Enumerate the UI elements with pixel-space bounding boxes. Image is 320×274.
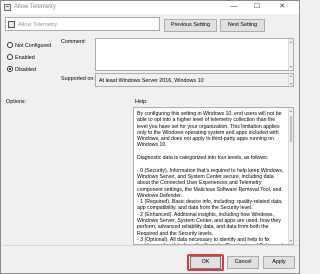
window-title: Allow Telemetry xyxy=(14,4,56,10)
title-bar: Allow Telemetry — ☐ ✕ xyxy=(1,1,299,14)
policy-header: Allow Telemetry xyxy=(5,17,160,31)
apply-button[interactable]: Apply xyxy=(263,256,295,269)
supported-on-label: Supported on: xyxy=(61,76,95,82)
next-setting-button[interactable]: Next Setting xyxy=(220,19,265,32)
radio-label: Disabled xyxy=(15,66,36,73)
supported-scrollbar[interactable]: ▲ ▼ xyxy=(288,74,293,86)
scroll-up-icon[interactable]: ▲ xyxy=(289,109,293,113)
previous-setting-button[interactable]: Previous Setting xyxy=(164,19,217,32)
comment-scrollbar[interactable]: ▲ ▼ xyxy=(288,39,293,70)
help-paragraph: - 0 (Security). Information that’s requi… xyxy=(137,167,284,199)
scroll-down-icon[interactable]: ▼ xyxy=(289,239,293,243)
options-label: Options: xyxy=(6,99,27,105)
minimize-icon[interactable]: — xyxy=(223,1,245,14)
help-paragraph: By configuring this setting in Windows 1… xyxy=(137,111,282,149)
help-paragraph: Diagnostic data is categorized into four… xyxy=(137,155,269,162)
ok-highlight-box xyxy=(187,254,224,271)
help-label: Help: xyxy=(135,99,148,105)
footer-divider xyxy=(2,245,298,246)
radio-circle[interactable] xyxy=(7,66,13,72)
help-panel[interactable]: By configuring this setting in Windows 1… xyxy=(133,107,294,245)
maximize-icon[interactable]: ☐ xyxy=(246,1,268,14)
policy-dialog: Allow Telemetry — ☐ ✕ Allow Telemetry Pr… xyxy=(0,0,300,274)
scroll-down-icon[interactable]: ▼ xyxy=(289,82,293,86)
policy-icon xyxy=(4,4,11,11)
scroll-up-icon[interactable]: ▲ xyxy=(289,40,293,44)
radio-circle[interactable] xyxy=(7,54,13,60)
comment-label: Comment: xyxy=(61,39,86,45)
help-scroll-thumb[interactable] xyxy=(290,116,292,142)
scroll-down-icon[interactable]: ▼ xyxy=(289,65,293,69)
close-icon[interactable]: ✕ xyxy=(271,1,293,14)
help-paragraph: - 3 (Optional). All data necessary to id… xyxy=(137,236,283,244)
supported-on-value: At least Windows Server 2016, Windows 10 xyxy=(99,77,204,84)
radio-label: Enabled xyxy=(15,54,35,61)
help-paragraph: - 2 (Enhanced). Additional insights, inc… xyxy=(137,211,281,237)
scroll-up-icon[interactable]: ▲ xyxy=(289,74,293,78)
help-text: By configuring this setting in Windows 1… xyxy=(137,111,287,244)
cancel-button[interactable]: Cancel xyxy=(227,256,259,269)
policy-name: Allow Telemetry xyxy=(18,21,58,28)
comment-textarea[interactable]: ▲ ▼ xyxy=(95,38,294,71)
radio-label: Not Configured xyxy=(15,42,52,49)
supported-on-field: At least Windows Server 2016, Windows 10… xyxy=(95,73,294,87)
help-scrollbar[interactable]: ▲ ▼ xyxy=(288,108,293,244)
radio-circle[interactable] xyxy=(7,42,13,48)
policy-setting-icon xyxy=(8,21,15,28)
help-paragraph: - 1 (Required). Basic device info, inclu… xyxy=(137,199,283,212)
